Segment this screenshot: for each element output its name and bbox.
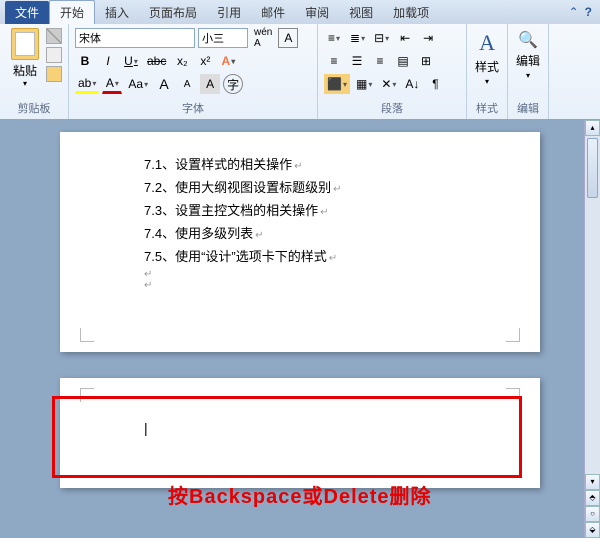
align-right-button[interactable]: ≡ [370, 51, 390, 71]
text-effects-button[interactable]: A [218, 51, 238, 71]
doc-line[interactable]: 7.2、使用大纲视图设置标题级别 [144, 177, 508, 196]
annotation-highlight-box [52, 396, 522, 478]
annotation-text: 按Backspace或Delete删除 [168, 480, 432, 509]
doc-line[interactable]: 7.4、使用多级列表 [144, 223, 508, 242]
copy-icon[interactable] [46, 47, 62, 63]
align-center-button[interactable]: ☰ [347, 51, 367, 71]
strikethrough-button[interactable]: abc [144, 51, 169, 71]
clipboard-icon [11, 28, 39, 60]
tab-file[interactable]: 文件 [5, 1, 49, 24]
prev-page-button[interactable]: ⬘ [585, 490, 600, 506]
shrink-font-button[interactable]: A [177, 74, 197, 94]
edit-btn-label: 编辑 [516, 52, 540, 69]
change-case-button[interactable]: Aa [125, 74, 151, 94]
help-icon[interactable]: ? [585, 5, 592, 19]
editing-button[interactable]: 🔍 编辑 ▾ [512, 26, 544, 84]
shading-button[interactable]: ⬛ [324, 74, 350, 94]
tab-mail[interactable]: 邮件 [251, 1, 295, 24]
distribute-button[interactable]: ⊞ [416, 51, 436, 71]
ribbon-group-clipboard: 粘贴 ▾ 剪贴板 [0, 24, 69, 119]
ribbon-group-paragraph: ≡ ≣ ⊟ ⇤ ⇥ ≡ ☰ ≡ ▤ ⊞ ⬛ ▦ ✕ A↓ ¶ 段落 [318, 24, 467, 119]
group-label-paragraph: 段落 [322, 99, 462, 117]
increase-indent-button[interactable]: ⇥ [418, 28, 438, 48]
tab-reference[interactable]: 引用 [207, 1, 251, 24]
minimize-ribbon-icon[interactable]: ⌃ [569, 5, 579, 19]
phonetic-guide-icon[interactable]: wénA [251, 28, 275, 48]
bold-button[interactable]: B [75, 51, 95, 71]
vertical-scrollbar[interactable]: ▴ ▾ ⬘ ○ ⬙ [584, 120, 600, 538]
group-label-editing: 编辑 [512, 99, 544, 117]
align-left-button[interactable]: ≡ [324, 51, 344, 71]
document-area[interactable]: 7.1、设置样式的相关操作 7.2、使用大纲视图设置标题级别 7.3、设置主控文… [0, 120, 600, 538]
styles-icon: A [479, 30, 495, 56]
group-label-clipboard: 剪贴板 [4, 99, 64, 117]
group-label-styles: 样式 [471, 99, 503, 117]
doc-line[interactable]: 7.3、设置主控文档的相关操作 [144, 200, 508, 219]
font-color-button[interactable]: A [102, 74, 122, 94]
subscript-button[interactable]: x₂ [172, 51, 192, 71]
tab-insert[interactable]: 插入 [95, 1, 139, 24]
enclose-char-button[interactable]: 字 [223, 74, 243, 94]
ribbon-group-font: wénA A B I U abc x₂ x² A ab A Aa A A A 字 [69, 24, 318, 119]
tab-addins[interactable]: 加载项 [383, 1, 439, 24]
paste-button[interactable]: 粘贴 ▾ [6, 28, 44, 88]
grow-font-button[interactable]: A [154, 74, 174, 94]
tab-review[interactable]: 审阅 [295, 1, 339, 24]
tab-view[interactable]: 视图 [339, 1, 383, 24]
spacing-button[interactable]: ✕ [378, 74, 399, 94]
doc-line[interactable]: 7.1、设置样式的相关操作 [144, 154, 508, 173]
font-name-select[interactable] [75, 28, 195, 48]
decrease-indent-button[interactable]: ⇤ [395, 28, 415, 48]
multilevel-list-button[interactable]: ⊟ [371, 28, 392, 48]
char-border-icon[interactable]: A [278, 28, 298, 48]
page-1[interactable]: 7.1、设置样式的相关操作 7.2、使用大纲视图设置标题级别 7.3、设置主控文… [60, 132, 540, 352]
sort-button[interactable]: A↓ [402, 74, 422, 94]
highlight-button[interactable]: ab [75, 74, 99, 94]
scroll-thumb[interactable] [587, 138, 598, 198]
ribbon-group-editing: 🔍 编辑 ▾ 编辑 [508, 24, 549, 119]
superscript-button[interactable]: x² [195, 51, 215, 71]
char-shading-button[interactable]: A [200, 74, 220, 94]
styles-button[interactable]: A 样式 ▾ [471, 26, 503, 90]
tab-bar: 文件 开始 插入 页面布局 引用 邮件 审阅 视图 加载项 ⌃ ? [0, 0, 600, 24]
page-corner-mark [80, 328, 94, 342]
underline-button[interactable]: U [121, 51, 141, 71]
borders-button[interactable]: ▦ [353, 74, 375, 94]
paragraph-mark[interactable]: ↵ [144, 280, 508, 291]
cut-icon[interactable] [46, 28, 62, 44]
group-label-font: 字体 [73, 99, 313, 117]
font-size-select[interactable] [198, 28, 248, 48]
tab-home[interactable]: 开始 [49, 0, 95, 24]
ribbon-group-styles: A 样式 ▾ 样式 [467, 24, 508, 119]
styles-btn-label: 样式 [475, 58, 499, 75]
find-icon: 🔍 [518, 30, 538, 50]
ribbon: 粘贴 ▾ 剪贴板 wénA A B I U abc x₂ [0, 24, 600, 120]
next-page-button[interactable]: ⬙ [585, 522, 600, 538]
browse-object-button[interactable]: ○ [585, 506, 600, 522]
tab-layout[interactable]: 页面布局 [139, 1, 207, 24]
paragraph-mark[interactable]: ↵ [144, 269, 508, 280]
bullets-button[interactable]: ≡ [324, 28, 344, 48]
italic-button[interactable]: I [98, 51, 118, 71]
show-marks-button[interactable]: ¶ [425, 74, 445, 94]
doc-line[interactable]: 7.5、使用“设计”选项卡下的样式 [144, 246, 508, 265]
format-painter-icon[interactable] [46, 66, 62, 82]
numbering-button[interactable]: ≣ [347, 28, 368, 48]
justify-button[interactable]: ▤ [393, 51, 413, 71]
scroll-down-button[interactable]: ▾ [585, 474, 600, 490]
page-corner-mark [506, 328, 520, 342]
paste-label: 粘贴 [13, 62, 37, 79]
scroll-up-button[interactable]: ▴ [585, 120, 600, 136]
